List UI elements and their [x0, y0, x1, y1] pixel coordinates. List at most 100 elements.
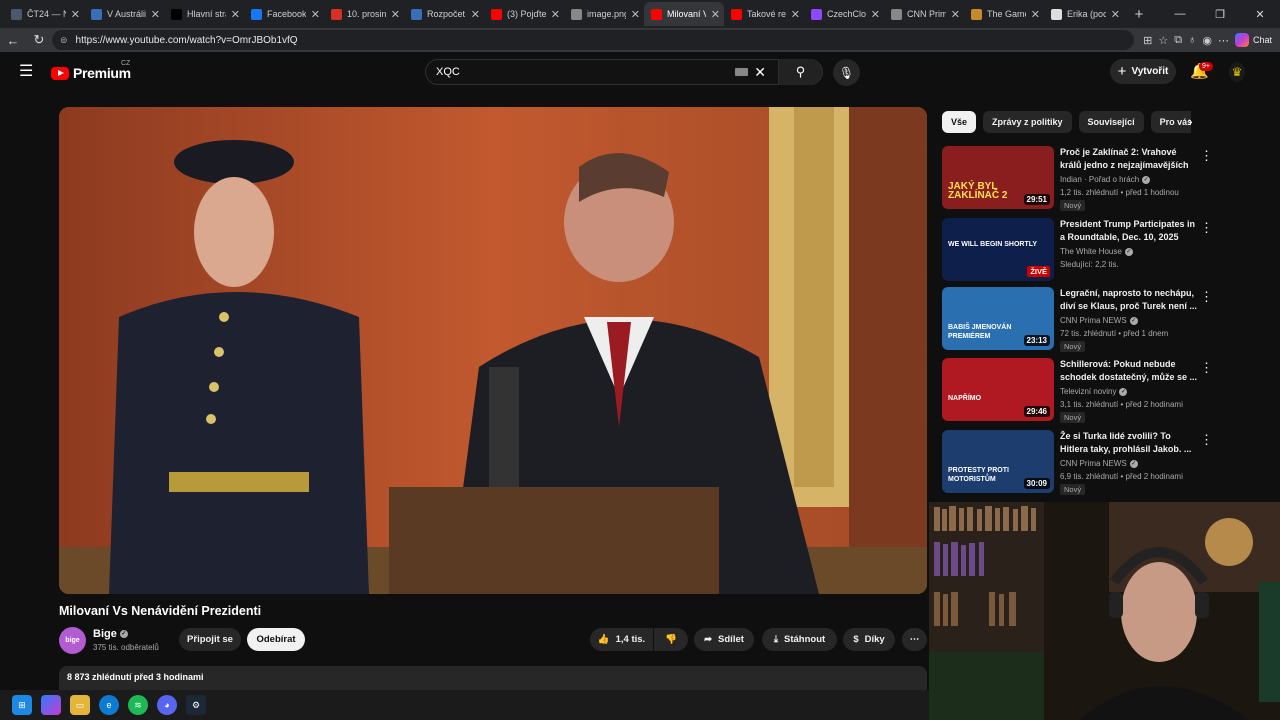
- browser-tab[interactable]: Takové rekla ✕: [724, 2, 804, 26]
- close-tab-icon[interactable]: ✕: [71, 8, 80, 21]
- chevron-right-icon[interactable]: ›: [1188, 113, 1193, 129]
- discord-icon[interactable]: ◕: [157, 695, 177, 715]
- clear-search-icon[interactable]: ✕: [754, 64, 766, 81]
- video-thumbnail[interactable]: JAKÝ BYL ZAKLÍNAČ 2 29:51: [942, 146, 1054, 209]
- join-button[interactable]: Připojit se: [179, 628, 241, 651]
- hamburger-menu-icon[interactable]: ☰: [19, 64, 33, 80]
- file-explorer-icon[interactable]: ▭: [70, 695, 90, 715]
- browser-tab[interactable]: (3) Pojďte s ✕: [484, 2, 564, 26]
- video-thumbnail[interactable]: PROTESTY PROTI MOTORISTŮM 30:09: [942, 430, 1054, 493]
- browser-tab[interactable]: Erika (poch ✕: [1044, 2, 1124, 26]
- recommended-channel[interactable]: Indian · Pořad o hrách ✓: [1060, 175, 1151, 184]
- close-tab-icon[interactable]: ✕: [871, 8, 880, 21]
- close-tab-icon[interactable]: ✕: [151, 8, 160, 21]
- youtube-logo[interactable]: Premium CZ: [51, 60, 131, 81]
- video-thumbnail[interactable]: NAPŘÍMO 29:46: [942, 358, 1054, 421]
- close-tab-icon[interactable]: ✕: [631, 8, 640, 21]
- browser-tab[interactable]: The Game A ✕: [964, 2, 1044, 26]
- recommended-title[interactable]: Legrační, naprosto to nechápu, diví se K…: [1060, 287, 1198, 313]
- search-input[interactable]: XQC: [426, 66, 735, 78]
- close-window-icon[interactable]: ✕: [1240, 8, 1280, 21]
- voice-search-icon[interactable]: 🎙: [833, 59, 860, 86]
- browser-tab[interactable]: CzechCloud ✕: [804, 2, 884, 26]
- search-button[interactable]: ⚲: [778, 59, 822, 85]
- subscribe-button[interactable]: Odebírat: [247, 628, 305, 651]
- more-icon[interactable]: ⋯: [1218, 34, 1229, 47]
- extension-icon[interactable]: ♁: [1188, 34, 1196, 46]
- channel-name-row[interactable]: Bige ✓: [93, 628, 128, 640]
- profile-icon[interactable]: ◉: [1202, 34, 1212, 47]
- more-options-icon[interactable]: ⋮: [1200, 432, 1213, 448]
- recommended-video[interactable]: NAPŘÍMO 29:46 Schillerová: Pokud nebude sc…: [942, 358, 1242, 423]
- video-thumbnail[interactable]: WE WILL BEGIN SHORTLY ŽIVĚ: [942, 218, 1054, 281]
- chip-related[interactable]: Související: [1078, 111, 1144, 133]
- browser-tab[interactable]: Facebook ✕: [244, 2, 324, 26]
- close-tab-icon[interactable]: ✕: [231, 8, 240, 21]
- favorite-icon[interactable]: ☆: [1158, 34, 1168, 47]
- search-box[interactable]: XQC ✕ ⚲: [425, 59, 823, 85]
- channel-avatar[interactable]: bige: [59, 627, 86, 654]
- more-options-icon[interactable]: ⋮: [1200, 289, 1213, 305]
- thanks-button[interactable]: $ Díky: [843, 628, 895, 651]
- browser-tab[interactable]: Milovaní Vs ✕: [644, 2, 724, 26]
- browser-tab[interactable]: V Austrálii ✕: [84, 2, 164, 26]
- close-tab-icon[interactable]: ✕: [471, 8, 480, 21]
- recommended-title[interactable]: Schillerová: Pokud nebude schodek dostat…: [1060, 358, 1198, 384]
- channel-name[interactable]: Bige: [93, 628, 117, 640]
- close-tab-icon[interactable]: ✕: [1111, 8, 1120, 21]
- close-tab-icon[interactable]: ✕: [391, 8, 400, 21]
- close-tab-icon[interactable]: ✕: [791, 8, 800, 21]
- chip-politics[interactable]: Zprávy z politiky: [983, 111, 1072, 133]
- new-tab-icon[interactable]: +: [1128, 6, 1150, 23]
- chip-for-you[interactable]: Pro vás: [1150, 111, 1191, 133]
- more-options-icon[interactable]: ⋮: [1200, 148, 1213, 164]
- recommended-channel[interactable]: CNN Prima NEWS ✓: [1060, 316, 1138, 325]
- recommended-title[interactable]: Proč je Zaklínač 2: Vrahové králů jedno …: [1060, 146, 1198, 172]
- video-thumbnail[interactable]: BABIŠ JMENOVÁN PREMIÉREM 23:13: [942, 287, 1054, 350]
- recommended-video[interactable]: BABIŠ JMENOVÁN PREMIÉREM 23:13 Legrační, n…: [942, 287, 1242, 352]
- more-options-icon[interactable]: ⋮: [1200, 360, 1213, 376]
- browser-tab[interactable]: image.png ✕: [564, 2, 644, 26]
- back-icon[interactable]: ←: [0, 33, 26, 48]
- maximize-icon[interactable]: ❐: [1200, 8, 1240, 21]
- copilot-chat-button[interactable]: Chat: [1234, 33, 1272, 47]
- close-tab-icon[interactable]: ✕: [951, 8, 960, 21]
- more-actions-button[interactable]: ⋯: [902, 628, 927, 651]
- recommended-channel[interactable]: Televizní noviny ✓: [1060, 387, 1128, 396]
- recommended-title[interactable]: President Trump Participates in a Roundt…: [1060, 218, 1198, 244]
- browser-tab[interactable]: ČT24 — Ne ✕: [4, 2, 84, 26]
- steam-icon[interactable]: ⚙: [186, 695, 206, 715]
- extensions-icon[interactable]: ⧉: [1174, 34, 1182, 47]
- keyboard-icon[interactable]: [735, 68, 749, 76]
- close-tab-icon[interactable]: ✕: [711, 8, 720, 21]
- copilot-taskbar-icon[interactable]: [41, 695, 61, 715]
- close-tab-icon[interactable]: ✕: [551, 8, 560, 21]
- share-button[interactable]: ➦ Sdílet: [694, 628, 754, 651]
- more-options-icon[interactable]: ⋮: [1200, 220, 1213, 236]
- create-button[interactable]: + Vytvořit: [1110, 59, 1176, 84]
- browser-tab[interactable]: Hlavní strán ✕: [164, 2, 244, 26]
- recommended-title[interactable]: Že si Turka lidé zvolili? To Hitlera tak…: [1060, 430, 1198, 456]
- recommended-video[interactable]: PROTESTY PROTI MOTORISTŮM 30:09 Že si Turk…: [942, 430, 1242, 495]
- browser-tab[interactable]: 10. prosince ✕: [324, 2, 404, 26]
- url-field[interactable]: ⊜ https://www.youtube.com/watch?v=OmrJBO…: [52, 30, 1134, 50]
- app-icon[interactable]: ⊞: [1143, 34, 1152, 47]
- reload-icon[interactable]: ↻: [26, 32, 52, 48]
- browser-tab[interactable]: Rozpočet u ✕: [404, 2, 484, 26]
- close-tab-icon[interactable]: ✕: [311, 8, 320, 21]
- video-player[interactable]: [59, 107, 927, 594]
- close-tab-icon[interactable]: ✕: [1031, 8, 1040, 21]
- chip-all[interactable]: Vše: [942, 111, 977, 133]
- site-info-icon[interactable]: ⊜: [60, 35, 68, 46]
- spotify-icon[interactable]: ≋: [128, 695, 148, 715]
- minimize-icon[interactable]: —: [1160, 8, 1200, 20]
- recommended-video[interactable]: WE WILL BEGIN SHORTLY ŽIVĚ President Trump…: [942, 218, 1242, 282]
- dislike-button[interactable]: 👎: [654, 628, 688, 651]
- recommended-channel[interactable]: The White House ✓: [1060, 247, 1133, 256]
- browser-tab[interactable]: CNN Prima ✕: [884, 2, 964, 26]
- download-button[interactable]: ⤓ Stáhnout: [762, 628, 837, 651]
- recommended-channel[interactable]: CNN Prima NEWS ✓: [1060, 459, 1138, 468]
- like-button[interactable]: 👍 1,4 tis.: [590, 628, 653, 651]
- edge-icon[interactable]: e: [99, 695, 119, 715]
- account-avatar[interactable]: ♛: [1229, 62, 1245, 82]
